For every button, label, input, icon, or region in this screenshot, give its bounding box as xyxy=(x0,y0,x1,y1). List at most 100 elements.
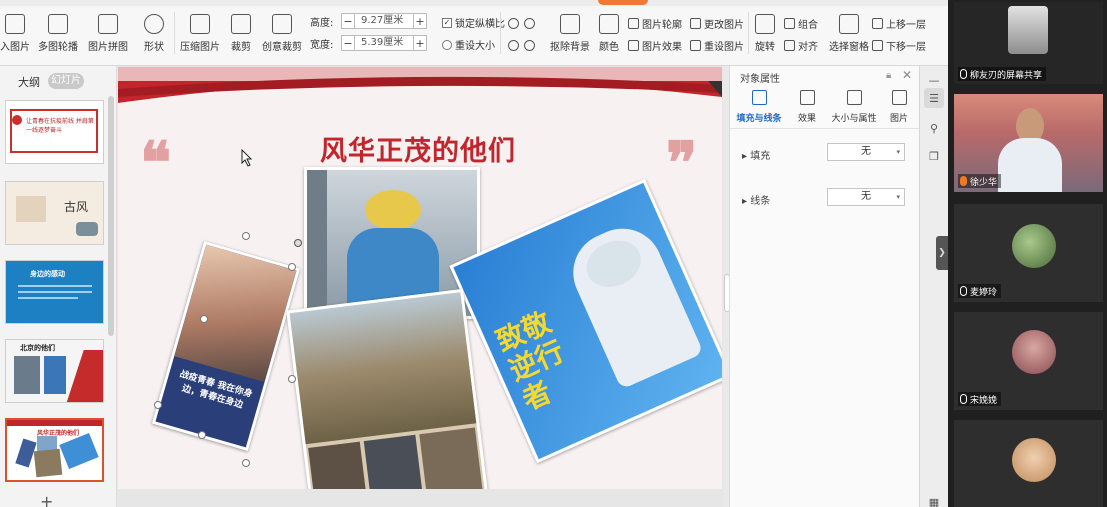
crop-button[interactable]: 裁剪 xyxy=(228,10,254,56)
slide-thumbnail-2[interactable]: 古风 xyxy=(5,181,104,245)
selection-pane-icon xyxy=(839,14,859,34)
video-tile-mai-tingling[interactable]: 麦婷玲 xyxy=(954,204,1103,302)
rotate-handle[interactable] xyxy=(294,239,302,247)
brightness-button[interactable] xyxy=(508,15,522,31)
width-spinner[interactable]: 宽度: − 5.39厘米 + xyxy=(310,34,427,52)
resize-handle-bottom[interactable] xyxy=(198,431,206,439)
slide-thumbnail-1[interactable]: 让青春在抗疫前线 并肩第一线逐梦奋斗 xyxy=(5,100,104,164)
creative-crop-button[interactable]: 创意裁剪 xyxy=(262,10,302,56)
rotate-icon xyxy=(755,14,775,34)
width-decrease-button[interactable]: − xyxy=(341,35,355,51)
video-tile-participant-5[interactable] xyxy=(954,420,1103,507)
video-tile-song-mianmian[interactable]: 宋娩娩 xyxy=(954,312,1103,410)
selection-pane-button[interactable]: 选择窗格 xyxy=(829,10,869,56)
brightness-icon xyxy=(508,17,519,29)
tab-size-and-properties[interactable]: 大小与属性 xyxy=(830,90,878,124)
group-icon xyxy=(784,17,795,29)
thumbnail-scrollbar[interactable] xyxy=(108,96,114,336)
tab-outline[interactable]: 大纲 xyxy=(18,74,40,90)
multi-picture-carousel-button[interactable]: 多图轮播 xyxy=(36,10,80,56)
soldiers-photo-image xyxy=(289,292,477,445)
fill-select[interactable]: 无 ▾ xyxy=(827,143,905,161)
tab-fill-and-line[interactable]: 填充与线条 xyxy=(736,90,782,124)
contrast-button[interactable] xyxy=(524,15,538,31)
height-input[interactable]: 9.27厘米 xyxy=(355,13,413,29)
resize-handle-bottom-left[interactable] xyxy=(154,401,162,409)
height-spinner[interactable]: 高度: − 9.27厘米 + xyxy=(310,12,427,30)
slide-thumbnail-5-selected[interactable]: 风华正茂的他们 xyxy=(5,418,104,482)
slide-canvas-area: ❝ ❞ 风华正茂的他们 战疫青春 我在你身边，青春在身边 致敬 逆行者 xyxy=(117,66,729,507)
slide-title[interactable]: 风华正茂的他们 xyxy=(320,129,516,168)
rotate-button[interactable]: 旋转 xyxy=(752,10,778,56)
magic-wand-icon xyxy=(560,14,580,34)
resize-handle-right[interactable] xyxy=(288,375,296,383)
paint-bucket-icon xyxy=(751,90,767,105)
picture-outline-button[interactable]: 图片轮廓 xyxy=(628,15,682,31)
brightness-up-button[interactable] xyxy=(508,37,522,53)
color-icon xyxy=(599,14,619,34)
picture-puzzle-button[interactable]: 图片拼图 xyxy=(86,10,130,56)
properties-settings-icon[interactable]: ☰ xyxy=(924,88,944,108)
width-increase-button[interactable]: + xyxy=(413,35,427,51)
lock-icon[interactable]: 🔒︎ xyxy=(886,70,891,81)
tab-picture[interactable]: 图片 xyxy=(876,90,922,124)
microphone-icon xyxy=(960,394,967,404)
slide-thumbnail-3[interactable]: 身边的感动 xyxy=(5,260,104,324)
shape-icon xyxy=(144,14,164,34)
line-section-toggle[interactable]: ▸ 线条 xyxy=(742,192,770,207)
side-toolbar: — ☰ ⚲ ❐ ▦ xyxy=(919,66,948,507)
grid-icon[interactable]: ▦ xyxy=(924,492,944,507)
participant-shirt xyxy=(998,138,1062,192)
checkbox-checked-icon: ✓ xyxy=(442,17,452,28)
properties-title: 对象属性 xyxy=(740,74,780,85)
lock-aspect-ratio-checkbox[interactable]: ✓ 锁定纵横比 xyxy=(442,15,505,30)
add-slide-button[interactable]: + xyxy=(40,492,53,507)
puzzle-grid-icon xyxy=(98,14,118,34)
fill-section-toggle[interactable]: ▸ 填充 xyxy=(742,147,770,162)
reset-picture-button[interactable]: 重设图片 xyxy=(690,37,744,53)
video-tile-screen-share[interactable]: 柳友刃的屏幕共享 xyxy=(954,2,1103,84)
collapse-video-panel-button[interactable]: ❯ xyxy=(936,236,948,270)
group-button[interactable]: 组合 xyxy=(784,15,818,31)
photo-card-soldiers[interactable] xyxy=(286,288,488,489)
picture-icon xyxy=(891,90,907,105)
tab-slides[interactable]: 幻灯片 xyxy=(48,73,84,89)
properties-divider xyxy=(730,128,920,129)
remove-background-button[interactable]: 抠除背景 xyxy=(548,10,592,56)
resize-handle-left[interactable] xyxy=(200,315,208,323)
height-decrease-button[interactable]: − xyxy=(341,13,355,29)
resize-handle-bottom-right[interactable] xyxy=(242,459,250,467)
color-button[interactable]: 颜色 xyxy=(596,10,622,56)
current-slide[interactable]: ❝ ❞ 风华正茂的他们 战疫青春 我在你身边，青春在身边 致敬 逆行者 xyxy=(118,67,722,489)
send-backward-button[interactable]: 下移一层 xyxy=(872,37,926,53)
change-picture-button[interactable]: 更改图片 xyxy=(690,15,744,31)
align-icon xyxy=(784,39,795,51)
contrast-up-button[interactable] xyxy=(524,37,538,53)
video-tile-xu-shaohua[interactable]: 徐少华 xyxy=(954,94,1103,192)
copy-format-icon[interactable]: ❐ xyxy=(924,146,944,166)
picture-effect-button[interactable]: 图片效果 xyxy=(628,37,682,53)
align-button[interactable]: 对齐 xyxy=(784,37,818,53)
shape-button[interactable]: 形状 xyxy=(140,10,168,56)
tab-effects[interactable]: 效果 xyxy=(784,90,830,124)
pin-icon[interactable]: ⚲ xyxy=(924,118,944,138)
height-increase-button[interactable]: + xyxy=(413,13,427,29)
close-icon[interactable]: ✕ xyxy=(902,68,912,82)
resize-handle-top[interactable] xyxy=(242,232,250,240)
line-select[interactable]: 无 ▾ xyxy=(827,188,905,206)
effects-icon xyxy=(799,90,815,105)
slide-thumbnail-4[interactable]: 北京的他们 xyxy=(5,339,104,403)
minimize-icon[interactable]: — xyxy=(924,70,944,90)
microphone-icon xyxy=(960,69,967,79)
mouse-cursor-icon xyxy=(241,149,253,167)
left-quote-mark: ❝ xyxy=(140,129,172,197)
change-picture-icon xyxy=(690,17,701,29)
resize-handle-top-right[interactable] xyxy=(288,263,296,271)
bring-forward-button[interactable]: 上移一层 xyxy=(872,15,926,31)
reset-size-button[interactable]: 重设大小 xyxy=(442,37,495,52)
carousel-icon xyxy=(48,14,68,34)
insert-picture-button[interactable]: 入图片 xyxy=(0,10,30,56)
width-input[interactable]: 5.39厘米 xyxy=(355,35,413,51)
compress-picture-button[interactable]: 压缩图片 xyxy=(180,10,220,56)
participant-avatar xyxy=(1012,224,1056,268)
